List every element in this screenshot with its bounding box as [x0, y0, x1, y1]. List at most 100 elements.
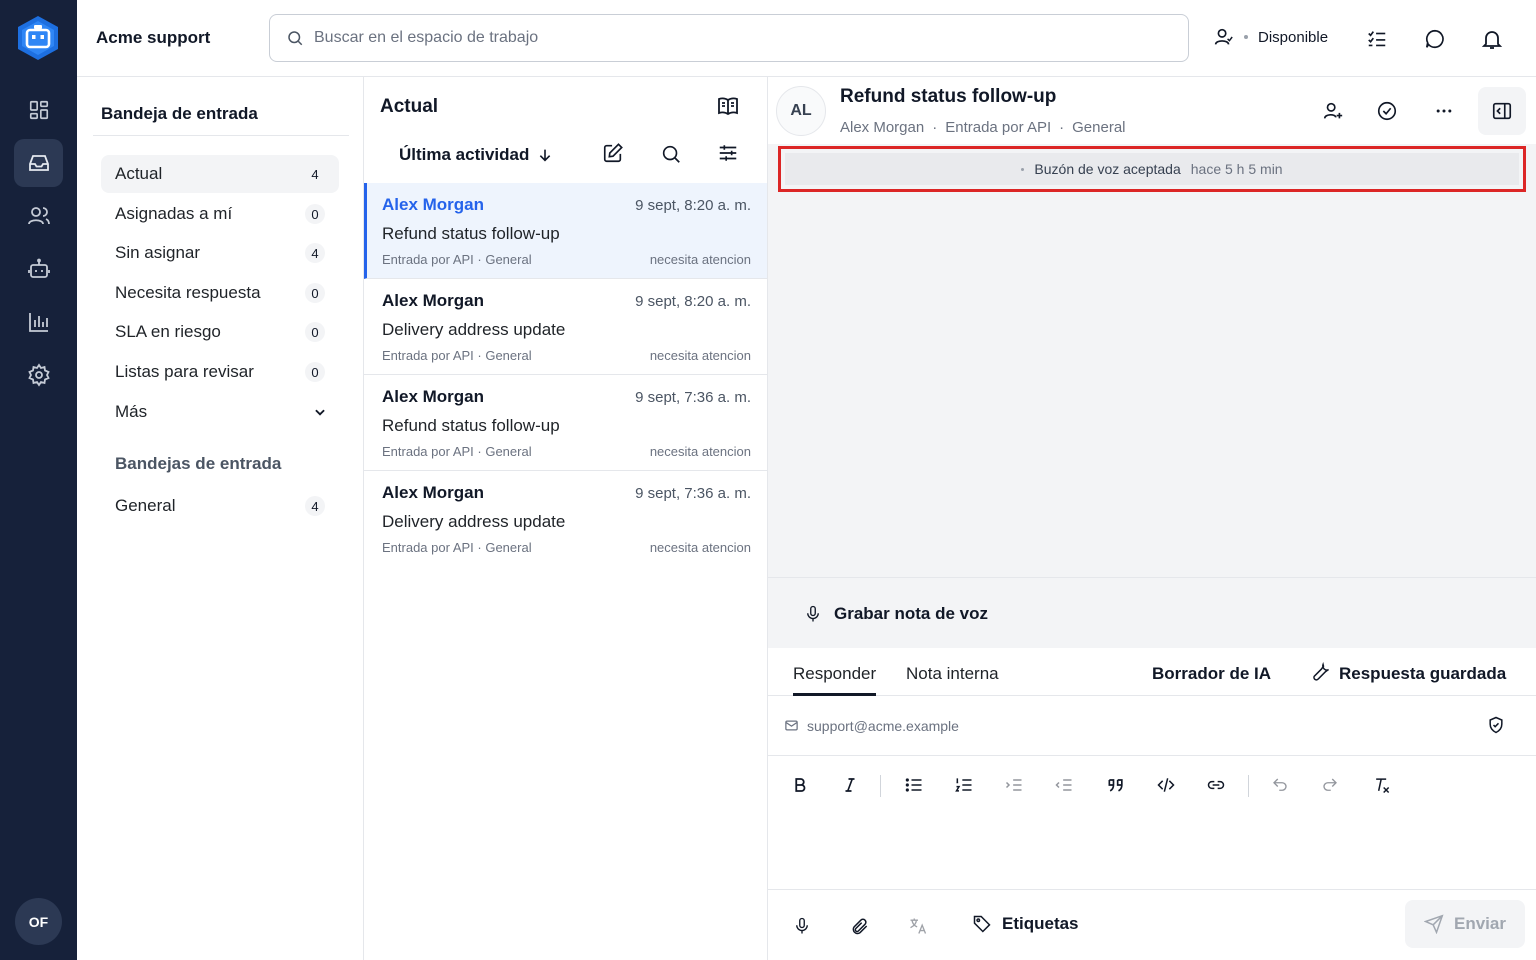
list-search-icon[interactable]	[660, 143, 682, 165]
settings-nav-icon[interactable]	[14, 351, 63, 399]
sort-dropdown[interactable]: Última actividad	[399, 145, 553, 165]
reports-nav-icon[interactable]	[14, 298, 63, 346]
inbox-panel: Bandeja de entrada Actual 4 Asignadas a …	[77, 77, 364, 960]
bold-icon[interactable]	[788, 773, 812, 797]
activity-dot	[1021, 167, 1025, 171]
filter-sliders-icon[interactable]	[717, 142, 739, 164]
conversation-tag: necesita atencion	[649, 540, 751, 555]
shield-check-icon[interactable]	[1486, 715, 1506, 735]
assign-user-icon[interactable]	[1316, 94, 1350, 128]
more-options-icon[interactable]	[1427, 94, 1461, 128]
search-icon	[286, 29, 304, 47]
italic-icon[interactable]	[838, 773, 862, 797]
availability-status[interactable]: Disponible	[1212, 26, 1328, 48]
labels-button[interactable]: Etiquetas	[972, 914, 1079, 934]
saved-reply-button[interactable]: Respuesta guardada	[1339, 664, 1506, 684]
conversation-contact: Alex Morgan	[382, 195, 485, 214]
ai-draft-button[interactable]: Borrador de IA	[1152, 664, 1271, 684]
inbox-item-more[interactable]: Más	[101, 393, 339, 431]
code-icon[interactable]	[1154, 773, 1178, 797]
sort-label: Última actividad	[399, 145, 530, 164]
from-email[interactable]: support@acme.example	[807, 718, 959, 734]
conversation-time: 9 sept, 7:36 a. m.	[635, 389, 751, 406]
bot-nav-icon[interactable]	[14, 245, 63, 293]
numbered-list-icon[interactable]	[952, 773, 976, 797]
chevron-down-icon	[313, 405, 327, 419]
redo-icon[interactable]	[1318, 773, 1342, 797]
tab-reply[interactable]: Responder	[793, 664, 877, 696]
conversation-title: Refund status follow-up	[840, 86, 1057, 107]
tab-internal-note[interactable]: Nota interna	[906, 664, 999, 684]
record-voice-note-button[interactable]: Grabar nota de voz	[768, 577, 1536, 649]
inbox-item-count: 0	[305, 204, 325, 224]
user-avatar[interactable]: OF	[15, 898, 62, 945]
conversation-contact: Alex Morgan	[382, 483, 485, 502]
translate-icon[interactable]	[906, 914, 930, 938]
conversation-header: AL Refund status follow-up Alex Morgan ·…	[768, 77, 1536, 144]
link-icon[interactable]	[1204, 773, 1228, 797]
composer-tabs: Responder Nota interna Borrador de IA Re…	[768, 648, 1536, 696]
inbox-item-unassigned[interactable]: Sin asignar 4	[101, 234, 339, 272]
inbox-item-actual[interactable]: Actual 4	[101, 155, 339, 193]
inbox-nav-icon[interactable]	[14, 139, 63, 187]
inbox-channel-general[interactable]: General 4	[101, 487, 339, 525]
inbox-item-count: 4	[305, 243, 325, 263]
separator: ·	[1059, 119, 1065, 136]
conversation-row[interactable]: Alex Morgan 9 sept, 7:36 a. m. Delivery …	[364, 471, 767, 567]
chat-icon[interactable]	[1420, 24, 1450, 54]
resolve-check-icon[interactable]	[1370, 94, 1404, 128]
inbox-item-ready-for-review[interactable]: Listas para revisar 0	[101, 353, 339, 391]
send-paper-plane-icon	[1424, 914, 1444, 934]
workspace-name: Acme support	[96, 28, 211, 47]
conversation-subtitle: Alex Morgan · Entrada por API · General	[840, 119, 1126, 136]
attachment-paperclip-icon[interactable]	[848, 914, 872, 938]
blockquote-icon[interactable]	[1104, 773, 1128, 797]
compose-icon[interactable]	[602, 142, 624, 164]
conversation-meta: Entrada por API · General	[382, 252, 532, 267]
inbox-item-count: 0	[305, 322, 325, 342]
inbox-item-sla-at-risk[interactable]: SLA en riesgo 0	[101, 313, 339, 351]
undo-icon[interactable]	[1268, 773, 1292, 797]
inbox-item-needs-reply[interactable]: Necesita respuesta 0	[101, 274, 339, 312]
record-audio-icon[interactable]	[790, 914, 814, 938]
inbox-item-label: Actual	[115, 164, 163, 183]
status-dot	[1244, 35, 1248, 39]
toggle-sidebar-icon[interactable]	[1478, 87, 1526, 135]
wrench-icon	[1311, 662, 1331, 682]
voice-note-label: Grabar nota de voz	[834, 603, 988, 623]
inbox-item-label: Sin asignar	[115, 243, 201, 262]
app-logo-icon[interactable]	[15, 14, 61, 62]
inbox-item-label: Más	[115, 402, 148, 421]
bullet-list-icon[interactable]	[902, 773, 926, 797]
conversation-tag: necesita atencion	[649, 252, 751, 267]
activity-event: Buzón de voz aceptada hace 5 h 5 min	[785, 153, 1519, 185]
tasks-icon[interactable]	[1362, 24, 1392, 54]
conversation-meta: Entrada por API · General	[382, 348, 532, 363]
notifications-bell-icon[interactable]	[1477, 24, 1507, 54]
contact-name[interactable]: Alex Morgan	[840, 119, 924, 136]
conversation-contact: Alex Morgan	[382, 387, 485, 406]
conversation-row[interactable]: Alex Morgan 9 sept, 7:36 a. m. Refund st…	[364, 375, 767, 471]
inbox-title: Bandeja de entrada	[101, 104, 258, 123]
conversation-subject: Refund status follow-up	[382, 224, 560, 243]
conversation-meta: Entrada por API · General	[382, 444, 532, 459]
toolbar-divider	[880, 775, 881, 797]
activity-highlight: Buzón de voz aceptada hace 5 h 5 min	[778, 146, 1526, 192]
conversation-row[interactable]: Alex Morgan 9 sept, 8:20 a. m. Refund st…	[364, 183, 767, 279]
contacts-nav-icon[interactable]	[14, 192, 63, 240]
indent-icon[interactable]	[1002, 773, 1026, 797]
inbox-item-assigned-to-me[interactable]: Asignadas a mí 0	[101, 195, 339, 233]
clear-formatting-icon[interactable]	[1370, 773, 1394, 797]
book-icon[interactable]	[716, 94, 740, 118]
conversation-row[interactable]: Alex Morgan 9 sept, 8:20 a. m. Delivery …	[364, 279, 767, 375]
search-input[interactable]	[314, 29, 1174, 47]
send-button[interactable]: Enviar	[1405, 900, 1525, 948]
search-box[interactable]	[269, 14, 1189, 62]
inbox-item-count: 0	[305, 283, 325, 303]
inbox-item-count: 4	[311, 166, 319, 182]
dashboard-nav-icon[interactable]	[14, 86, 63, 134]
inboxes-section-title: Bandejas de entrada	[115, 454, 282, 473]
activity-time: hace 5 h 5 min	[1190, 161, 1283, 177]
outdent-icon[interactable]	[1052, 773, 1076, 797]
availability-label: Disponible	[1258, 28, 1329, 46]
